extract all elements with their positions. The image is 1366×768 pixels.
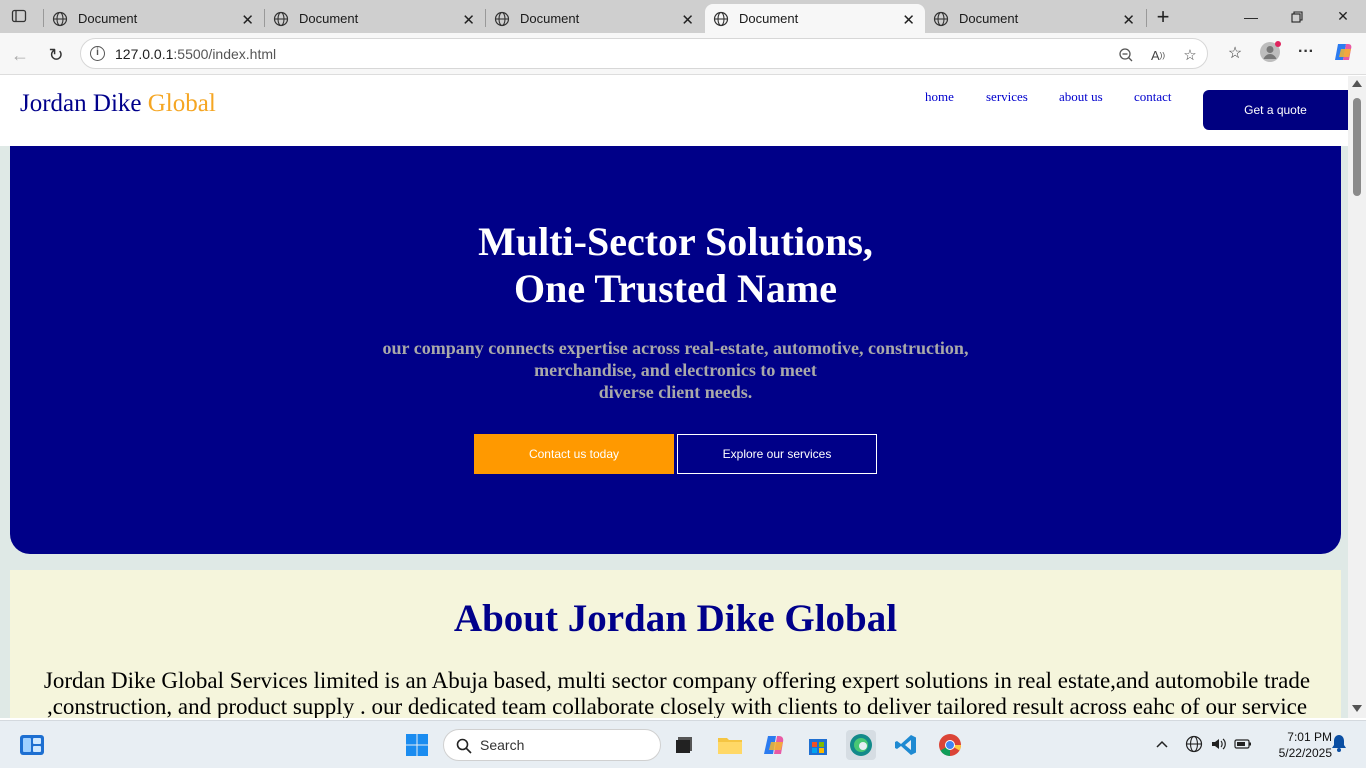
file-explorer-icon[interactable] <box>715 730 745 760</box>
about-heading: About Jordan Dike Global <box>453 597 898 640</box>
nav-link-contact[interactable]: contact <box>1134 89 1172 105</box>
clock-time: 7:01 PM <box>1287 730 1332 744</box>
new-tab-icon[interactable]: + <box>1140 0 1186 33</box>
browser-tab-active[interactable]: Document ✕ <box>705 4 925 33</box>
site-header: Jordan Dike Global home services about u… <box>0 76 1348 146</box>
page-viewport: Jordan Dike Global home services about u… <box>0 76 1348 718</box>
url-host: 127.0.0.1 <box>115 45 174 62</box>
more-menu-icon[interactable]: ··· <box>1295 42 1317 62</box>
close-icon[interactable]: ✕ <box>462 11 475 29</box>
globe-icon <box>933 11 949 26</box>
hero-section: Multi-Sector Solutions, One Trusted Name… <box>10 146 1341 554</box>
vscode-icon[interactable] <box>891 730 921 760</box>
nav-link-about[interactable]: about us <box>1059 89 1103 105</box>
hero-title-line2: One Trusted Name <box>514 266 837 311</box>
close-icon[interactable]: ✕ <box>1122 11 1135 29</box>
profile-avatar[interactable] <box>1259 41 1281 62</box>
notification-bell-icon[interactable] <box>1331 734 1347 755</box>
show-hidden-icons-icon[interactable] <box>1156 735 1168 751</box>
contact-us-button[interactable]: Contact us today <box>474 434 674 474</box>
tab-actions-icon[interactable] <box>8 6 30 26</box>
close-icon[interactable]: ✕ <box>902 11 915 29</box>
system-clock[interactable]: 7:01 PM 5/22/2025 <box>1262 729 1332 761</box>
battery-icon[interactable] <box>1234 735 1252 756</box>
close-icon[interactable]: ✕ <box>241 11 254 29</box>
logo-main-text: Jordan Dike <box>20 90 148 117</box>
close-icon[interactable]: ✕ <box>681 11 694 29</box>
hero-subtitle-line1: our company connects expertise across re… <box>382 338 969 358</box>
browser-tab-strip: Document ✕ Document ✕ Document ✕ Documen… <box>0 0 1366 33</box>
read-aloud-icon[interactable]: A)) <box>1149 46 1167 64</box>
browser-tab[interactable]: Document ✕ <box>925 4 1145 33</box>
clock-date: 5/22/2025 <box>1278 746 1332 760</box>
nav-link-home[interactable]: home <box>925 89 954 105</box>
restore-icon[interactable] <box>1274 0 1320 33</box>
start-windows-icon[interactable] <box>402 730 432 760</box>
address-bar-row: ← ↻ i 127.0.0.1:5500/index.html A)) ☆ ☆ … <box>0 33 1366 75</box>
search-icon <box>456 738 472 754</box>
refresh-icon[interactable]: ↻ <box>42 41 70 69</box>
volume-icon[interactable] <box>1210 735 1228 756</box>
widgets-icon[interactable] <box>17 730 47 760</box>
copilot-icon[interactable] <box>1332 42 1354 62</box>
scroll-up-icon[interactable] <box>1352 80 1362 87</box>
chrome-icon[interactable] <box>935 730 965 760</box>
hero-subtitle-line2: merchandise, and electronics to meet <box>534 360 817 380</box>
minimize-icon[interactable]: — <box>1228 0 1274 33</box>
favorite-star-icon[interactable]: ☆ <box>1181 46 1199 64</box>
tab-title: Document <box>78 11 138 26</box>
browser-tab[interactable]: Document ✕ <box>265 4 485 33</box>
site-logo[interactable]: Jordan Dike Global <box>20 90 216 118</box>
nav-link-services[interactable]: services <box>986 89 1028 105</box>
tab-title: Document <box>739 11 799 26</box>
globe-icon <box>273 11 289 26</box>
favorites-icon[interactable]: ☆ <box>1224 43 1246 63</box>
copilot-app-icon[interactable] <box>759 730 789 760</box>
search-placeholder: Search <box>480 737 525 753</box>
hero-subtitle: our company connects expertise across re… <box>350 337 1001 403</box>
tab-title: Document <box>520 11 580 26</box>
globe-icon <box>494 11 510 26</box>
tab-title: Document <box>959 11 1019 26</box>
hero-subtitle-line3: diverse client needs. <box>598 382 753 402</box>
about-text: Jordan Dike Global Services limited is a… <box>43 668 1311 718</box>
hero-title-line1: Multi-Sector Solutions, <box>478 219 873 264</box>
about-section: About Jordan Dike Global Jordan Dike Glo… <box>10 570 1341 718</box>
url-field[interactable]: i 127.0.0.1:5500/index.html A)) ☆ <box>80 38 1208 69</box>
site-info-icon[interactable]: i <box>90 46 105 61</box>
taskbar-search[interactable]: Search <box>443 729 661 761</box>
microsoft-store-icon[interactable] <box>803 730 833 760</box>
browser-tab[interactable]: Document ✕ <box>486 4 704 33</box>
tab-title: Document <box>299 11 359 26</box>
task-view-icon[interactable] <box>669 730 699 760</box>
hero-title: Multi-Sector Solutions, One Trusted Name <box>10 218 1341 312</box>
logo-accent-text: Global <box>147 90 216 117</box>
back-icon[interactable]: ← <box>6 41 34 69</box>
network-icon[interactable] <box>1185 735 1203 756</box>
edge-browser-icon[interactable] <box>846 730 876 760</box>
globe-icon <box>52 11 68 26</box>
page-scrollbar[interactable] <box>1348 76 1366 718</box>
scroll-down-icon[interactable] <box>1352 705 1362 712</box>
scrollbar-thumb[interactable] <box>1353 98 1361 196</box>
get-quote-button[interactable]: Get a quote <box>1203 90 1348 130</box>
close-window-icon[interactable]: ✕ <box>1320 0 1366 33</box>
globe-icon <box>713 11 729 26</box>
taskbar: Search 7:01 PM 5/22/2025 <box>0 720 1366 768</box>
url-path: :5500/index.html <box>173 45 277 62</box>
explore-services-button[interactable]: Explore our services <box>677 434 877 474</box>
browser-tab[interactable]: Document ✕ <box>44 4 264 33</box>
zoom-out-icon[interactable] <box>1117 46 1135 64</box>
